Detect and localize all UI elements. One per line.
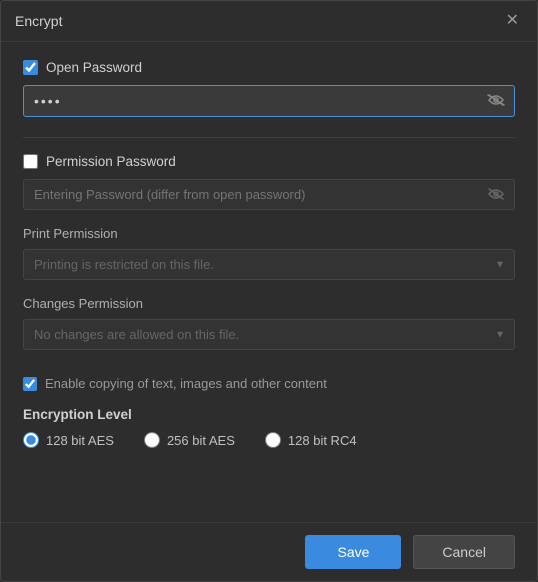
copy-content-row: Enable copying of text, images and other… (23, 376, 515, 391)
permission-password-label: Permission Password (46, 154, 176, 169)
print-permission-label: Print Permission (23, 226, 515, 241)
print-permission-section: Print Permission Printing is restricted … (23, 226, 515, 280)
permission-password-field-wrap (23, 179, 515, 210)
permission-password-checkbox[interactable] (23, 154, 38, 169)
encryption-level-section: Encryption Level 128 bit AES 256 bit AES… (23, 407, 515, 448)
encryption-level-options: 128 bit AES 256 bit AES 128 bit RC4 (23, 432, 515, 448)
radio-128aes-input[interactable] (23, 432, 39, 448)
radio-128rc4[interactable]: 128 bit RC4 (265, 432, 357, 448)
print-permission-select[interactable]: Printing is restricted on this file. Low… (23, 249, 515, 280)
radio-128rc4-input[interactable] (265, 432, 281, 448)
dialog-title: Encrypt (15, 13, 62, 29)
radio-128aes[interactable]: 128 bit AES (23, 432, 114, 448)
cancel-button[interactable]: Cancel (413, 535, 515, 569)
encrypt-dialog: Encrypt ✕ Open Password (0, 0, 538, 582)
title-bar: Encrypt ✕ (1, 1, 537, 42)
changes-permission-section: Changes Permission No changes are allowe… (23, 296, 515, 350)
open-password-label: Open Password (46, 60, 142, 75)
save-button[interactable]: Save (305, 535, 401, 569)
permission-password-section: Permission Password (23, 154, 515, 210)
changes-permission-dropdown-wrap: No changes are allowed on this file. Ins… (23, 319, 515, 350)
encryption-level-title: Encryption Level (23, 407, 515, 422)
print-permission-dropdown-wrap: Printing is restricted on this file. Low… (23, 249, 515, 280)
eye-crossed-icon-2 (487, 188, 505, 200)
changes-permission-label: Changes Permission (23, 296, 515, 311)
radio-256aes-input[interactable] (144, 432, 160, 448)
open-password-input[interactable] (23, 85, 515, 117)
open-password-row: Open Password (23, 60, 515, 75)
dialog-content: Open Password Permission Password (1, 42, 537, 522)
copy-content-label: Enable copying of text, images and other… (45, 376, 327, 391)
radio-256aes-label: 256 bit AES (167, 433, 235, 448)
radio-128rc4-label: 128 bit RC4 (288, 433, 357, 448)
open-password-eye-button[interactable] (485, 91, 507, 111)
divider-1 (23, 137, 515, 138)
permission-password-row: Permission Password (23, 154, 515, 169)
open-password-field-wrap (23, 85, 515, 117)
changes-permission-select[interactable]: No changes are allowed on this file. Ins… (23, 319, 515, 350)
radio-256aes[interactable]: 256 bit AES (144, 432, 235, 448)
close-button[interactable]: ✕ (502, 11, 523, 31)
radio-128aes-label: 128 bit AES (46, 433, 114, 448)
permission-password-eye-button[interactable] (485, 185, 507, 205)
copy-content-checkbox[interactable] (23, 377, 37, 391)
open-password-checkbox[interactable] (23, 60, 38, 75)
eye-crossed-icon (487, 94, 505, 106)
permission-password-input[interactable] (23, 179, 515, 210)
dialog-footer: Save Cancel (1, 522, 537, 581)
open-password-section: Open Password (23, 60, 515, 117)
